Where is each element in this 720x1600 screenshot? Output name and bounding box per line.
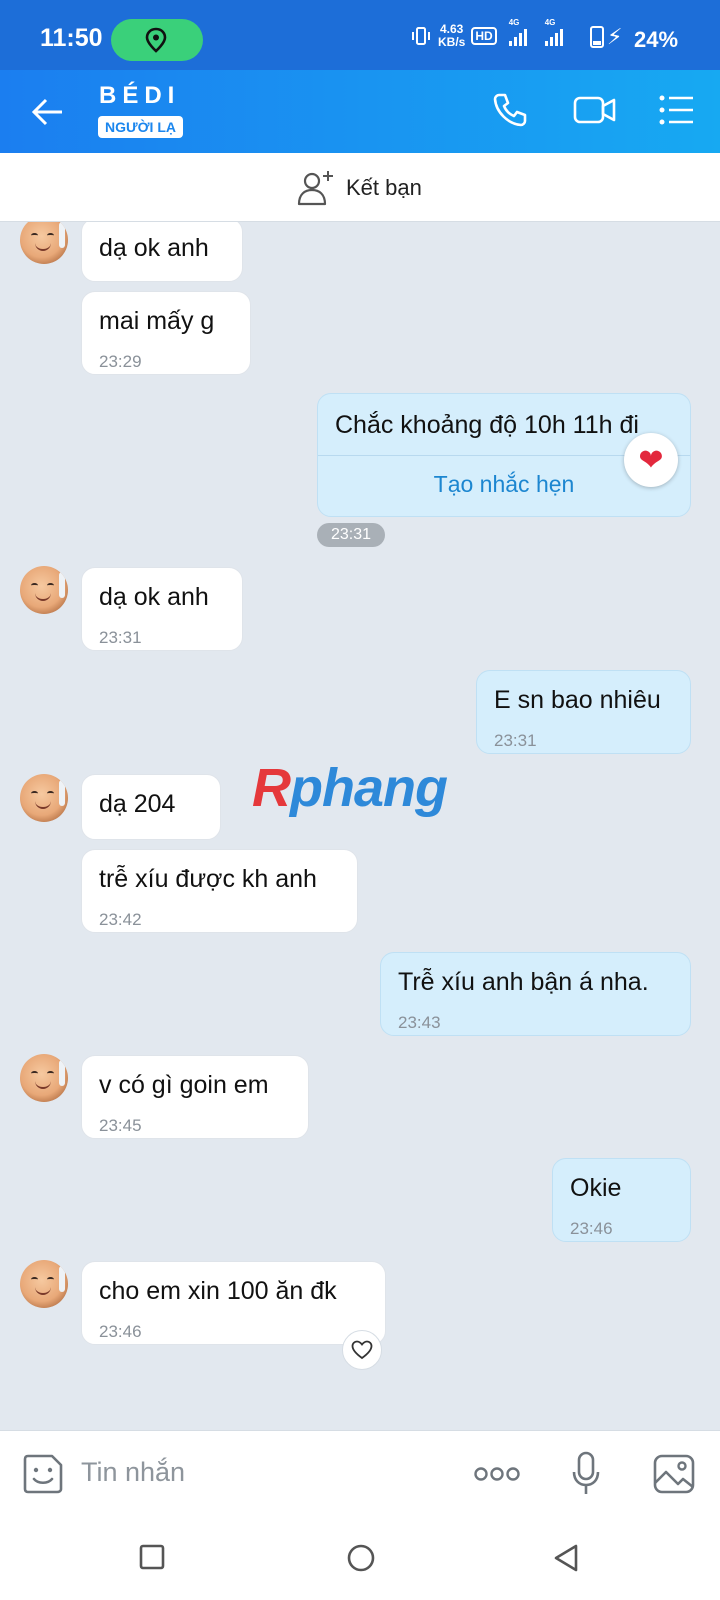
- message-bubble-in[interactable]: cho em xin 100 ăn đk 23:46: [81, 1261, 386, 1345]
- watermark-text: phang: [290, 758, 448, 818]
- speed-unit: KB/s: [438, 35, 466, 49]
- add-friend-label: Kết bạn: [346, 175, 422, 200]
- message-time: 23:31: [317, 523, 385, 547]
- microphone-icon[interactable]: [571, 1451, 601, 1497]
- message-time: 23:46: [99, 1322, 142, 1341]
- home-icon[interactable]: [346, 1543, 376, 1573]
- signal-icon-2: 4G: [544, 18, 563, 46]
- message-input[interactable]: Tin nhắn: [81, 1457, 185, 1488]
- message-text: E sn bao nhiêu: [494, 686, 661, 714]
- message-bubble-out[interactable]: E sn bao nhiêu 23:31: [476, 670, 691, 754]
- message-bubble-in[interactable]: dạ 204: [81, 774, 221, 840]
- heart-react-button[interactable]: [342, 1330, 382, 1370]
- avatar[interactable]: [20, 1054, 68, 1102]
- phone-icon[interactable]: [490, 90, 530, 130]
- contact-name[interactable]: BÉDI: [99, 82, 180, 110]
- message-time: 23:42: [99, 910, 142, 929]
- message-bubble-in[interactable]: mai mấy g 23:29: [81, 291, 251, 375]
- message-text: trễ xíu được kh anh: [99, 865, 317, 893]
- stranger-badge: NGƯỜI LẠ: [98, 116, 183, 138]
- menu-icon[interactable]: [657, 90, 697, 130]
- signal-icon: 4G: [508, 18, 527, 46]
- heart-outline-icon: [351, 1340, 373, 1360]
- network-type: 4G: [508, 18, 520, 27]
- video-call-icon[interactable]: [572, 90, 618, 130]
- message-text: Okie: [570, 1174, 622, 1202]
- message-text: mai mấy g: [99, 307, 215, 335]
- message-bubble-out[interactable]: Okie 23:46: [552, 1158, 691, 1242]
- vibrate-icon: [412, 27, 430, 45]
- network-speed: 4.63 KB/s: [438, 23, 465, 49]
- image-gallery-icon[interactable]: [652, 1453, 696, 1495]
- avatar[interactable]: [20, 774, 68, 822]
- back-nav-icon[interactable]: [552, 1543, 580, 1573]
- message-list[interactable]: dạ ok anh mai mấy g 23:29 Chắc khoảng độ…: [0, 222, 720, 1430]
- message-time: 23:43: [398, 1013, 441, 1032]
- location-pin-icon: [145, 27, 167, 53]
- message-bubble-out[interactable]: Trễ xíu anh bận á nha. 23:43: [380, 952, 691, 1036]
- watermark-logo: Rphang: [252, 757, 448, 819]
- hd-badge: HD: [471, 27, 497, 45]
- message-bubble-in[interactable]: v có gì goin em 23:45: [81, 1055, 309, 1139]
- avatar[interactable]: [20, 1260, 68, 1308]
- status-bar: 11:50 4.63 KB/s HD 4G 4G ⚡ 24%: [0, 0, 720, 70]
- message-text: dạ ok anh: [99, 583, 209, 611]
- message-time: 23:46: [570, 1219, 613, 1238]
- message-text: Trễ xíu anh bận á nha.: [398, 968, 649, 996]
- message-text: Chắc khoảng độ 10h 11h đi: [335, 411, 639, 439]
- message-text: v có gì goin em: [99, 1071, 269, 1099]
- message-time: 23:45: [99, 1116, 142, 1135]
- chat-header: BÉDI NGƯỜI LẠ: [0, 70, 720, 153]
- message-text: dạ 204: [99, 790, 176, 818]
- recent-apps-icon[interactable]: [138, 1543, 166, 1571]
- add-user-icon: [297, 171, 333, 206]
- add-friend-button[interactable]: Kết bạn: [296, 169, 422, 207]
- message-bubble-in[interactable]: dạ ok anh 23:31: [81, 567, 243, 651]
- location-pill[interactable]: [111, 19, 203, 61]
- watermark-r: R: [252, 758, 291, 818]
- message-bubble-in[interactable]: dạ ok anh: [81, 222, 243, 282]
- network-type-2: 4G: [544, 18, 556, 27]
- system-nav-bar: [0, 1516, 720, 1600]
- message-time: 23:31: [99, 628, 142, 647]
- message-time: 23:29: [99, 352, 142, 371]
- more-options-icon[interactable]: [473, 1466, 521, 1482]
- add-friend-bar: Kết bạn: [0, 153, 720, 222]
- sticker-icon[interactable]: [22, 1453, 64, 1495]
- avatar[interactable]: [20, 222, 68, 264]
- message-time: 23:31: [494, 731, 537, 750]
- status-icons: 4.63 KB/s HD 4G 4G: [410, 18, 563, 52]
- status-time: 11:50: [40, 24, 103, 52]
- avatar[interactable]: [20, 566, 68, 614]
- battery-percent: 24%: [634, 27, 679, 52]
- battery-icon: [590, 26, 604, 48]
- message-input-bar: Tin nhắn: [0, 1430, 720, 1516]
- message-bubble-in[interactable]: trễ xíu được kh anh 23:42: [81, 849, 358, 933]
- back-arrow-icon[interactable]: [28, 92, 68, 132]
- message-text: cho em xin 100 ăn đk: [99, 1277, 337, 1305]
- charging-icon: ⚡: [607, 24, 623, 49]
- message-text: dạ ok anh: [99, 234, 209, 262]
- heart-reaction-icon[interactable]: ❤: [624, 433, 678, 487]
